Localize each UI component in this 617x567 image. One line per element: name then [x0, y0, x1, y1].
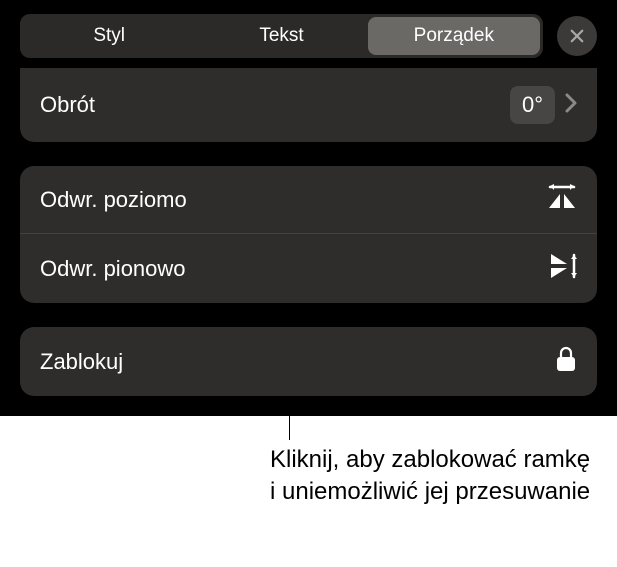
- tab-style[interactable]: Styl: [23, 17, 195, 55]
- flip-horizontal-icon: [547, 184, 577, 215]
- flip-section: Odwr. poziomo Odwr. pionowo: [20, 166, 597, 303]
- lock-section: Zablokuj: [20, 327, 597, 396]
- flip-horizontal-row[interactable]: Odwr. poziomo: [20, 166, 597, 233]
- rotation-section: Obrót 0°: [20, 68, 597, 142]
- lock-row[interactable]: Zablokuj: [20, 327, 597, 396]
- format-panel: Styl Tekst Porządek Obrót 0° Odwr. pozio…: [0, 0, 617, 416]
- annotation-callout-line: [289, 396, 290, 440]
- lock-icon: [555, 345, 577, 378]
- tab-arrangement[interactable]: Porządek: [368, 17, 540, 55]
- close-icon: [568, 27, 586, 45]
- lock-label: Zablokuj: [40, 349, 555, 375]
- chevron-right-icon: [565, 93, 577, 118]
- annotation-text: Kliknij, aby zablokować ramkę i uniemożl…: [270, 444, 600, 509]
- rotation-row[interactable]: Obrót 0°: [20, 68, 597, 142]
- tab-group: Styl Tekst Porządek: [20, 14, 543, 58]
- tab-text[interactable]: Tekst: [195, 17, 367, 55]
- rotation-value: 0°: [510, 86, 555, 124]
- rotation-label: Obrót: [40, 92, 510, 118]
- flip-horizontal-label: Odwr. poziomo: [40, 187, 547, 213]
- flip-vertical-icon: [547, 252, 577, 285]
- flip-vertical-row[interactable]: Odwr. pionowo: [20, 233, 597, 303]
- flip-vertical-label: Odwr. pionowo: [40, 256, 547, 282]
- close-button[interactable]: [557, 16, 597, 56]
- panel-header: Styl Tekst Porządek: [0, 0, 617, 68]
